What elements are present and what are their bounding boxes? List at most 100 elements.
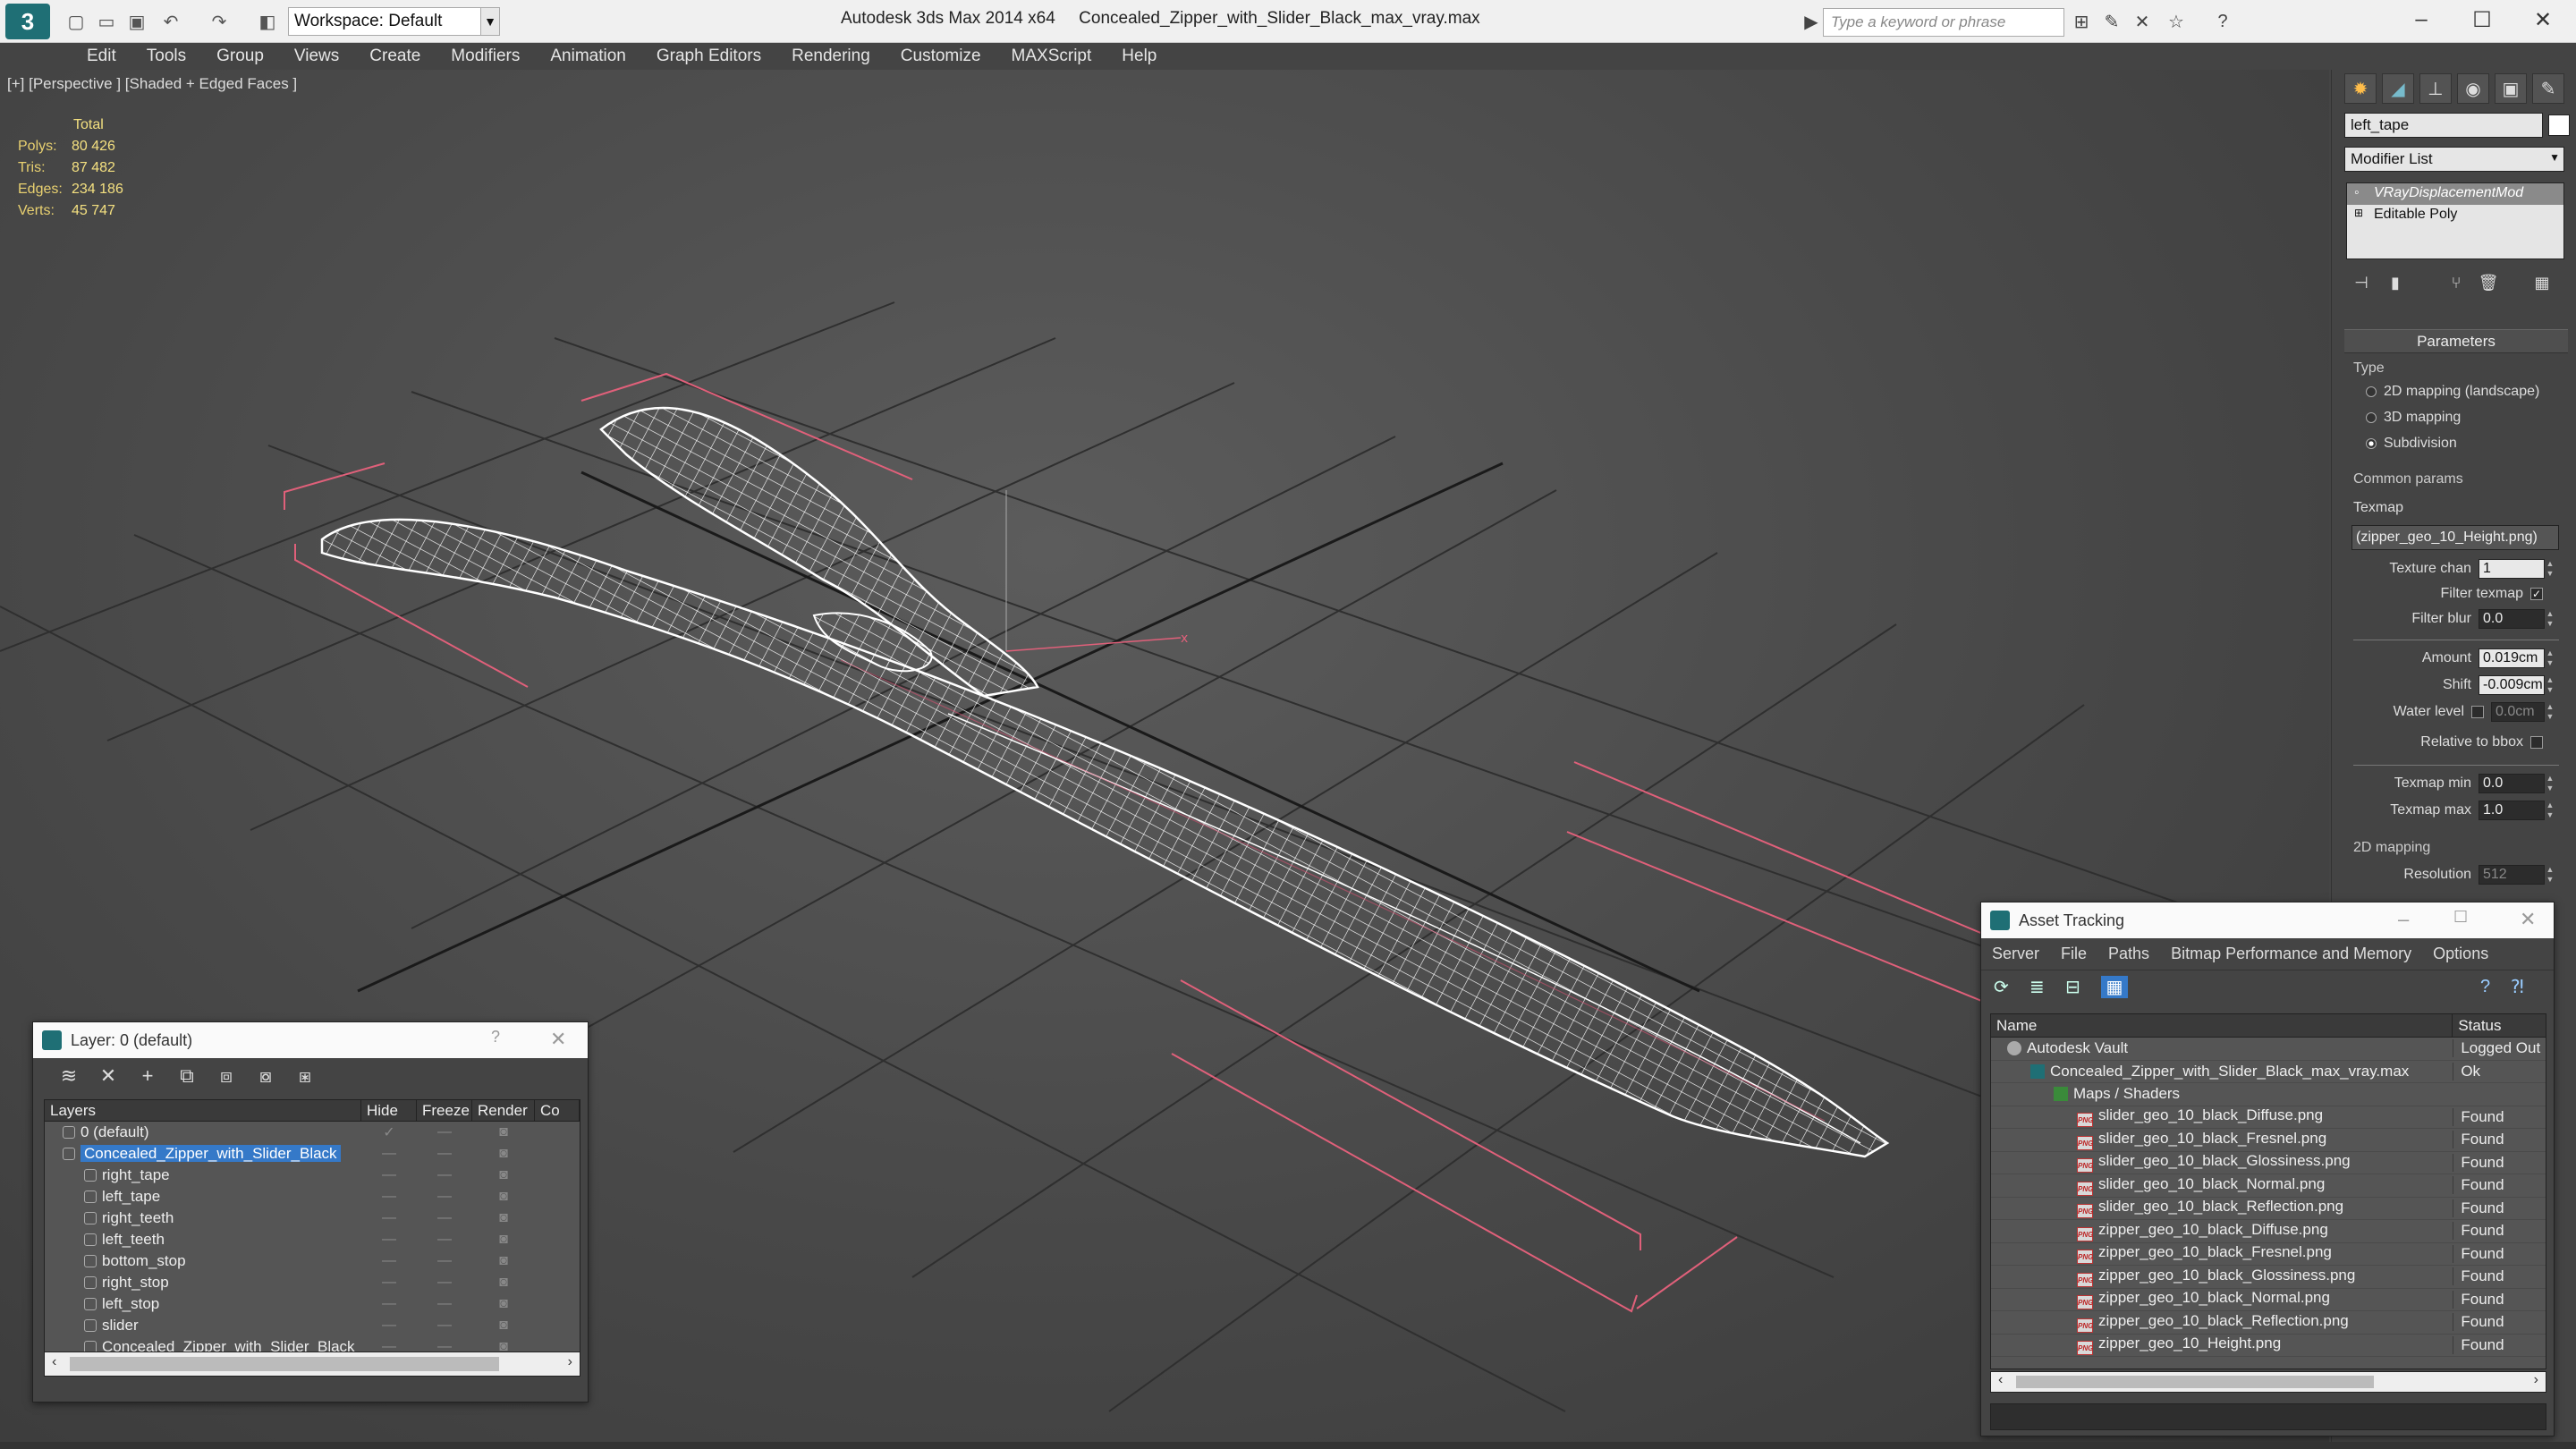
asset-row[interactable]: PNG zipper_geo_10_black_Reflection.png Fou… bbox=[1991, 1311, 2546, 1335]
spinner-icon[interactable]: ▲ ▼ bbox=[2545, 702, 2555, 722]
close-icon[interactable]: ✕ bbox=[2520, 908, 2536, 931]
render-toggle-icon[interactable]: ◙ bbox=[472, 1124, 535, 1140]
layer-row[interactable]: right_tape — — ◙ bbox=[45, 1165, 580, 1186]
hide-toggle[interactable]: — bbox=[361, 1296, 417, 1312]
column-name[interactable]: Name bbox=[1991, 1014, 2453, 1037]
scroll-right-icon[interactable]: › bbox=[568, 1354, 572, 1370]
layer-name-cell[interactable]: left_tape bbox=[45, 1188, 361, 1206]
texmap-button[interactable]: (zipper_geo_10_Height.png) bbox=[2351, 525, 2559, 550]
asset-row[interactable]: PNG zipper_geo_10_black_Diffuse.png Found bbox=[1991, 1220, 2546, 1243]
asset-menu-file[interactable]: File bbox=[2061, 945, 2087, 963]
asset-row[interactable]: PNG slider_geo_10_black_Normal.png Found bbox=[1991, 1174, 2546, 1198]
column-hide[interactable]: Hide bbox=[361, 1100, 417, 1121]
layer-name-cell[interactable]: right_stop bbox=[45, 1274, 361, 1292]
menu-customize[interactable]: Customize bbox=[886, 43, 996, 70]
maximize-icon[interactable]: ☐ bbox=[2451, 0, 2513, 39]
minimize-icon[interactable]: – bbox=[2398, 908, 2409, 931]
texture-chan-input[interactable]: 1 bbox=[2479, 559, 2545, 579]
render-toggle-icon[interactable]: ◙ bbox=[472, 1146, 535, 1162]
redo-icon[interactable]: ↷ bbox=[206, 9, 233, 34]
column-layers[interactable]: Layers bbox=[45, 1100, 361, 1121]
viewport-label[interactable]: [+] [Perspective ] [Shaded + Edged Faces… bbox=[7, 75, 297, 93]
lightbulb-icon[interactable]: ◦ bbox=[2354, 185, 2360, 201]
layer-row[interactable]: left_tape — — ◙ bbox=[45, 1186, 580, 1208]
layer-dialog-titlebar[interactable]: Layer: 0 (default) ? ✕ bbox=[33, 1022, 588, 1058]
layer-row[interactable]: right_teeth — — ◙ bbox=[45, 1208, 580, 1229]
asset-horizontal-scrollbar[interactable]: ‹ › bbox=[1990, 1371, 2546, 1393]
menu-maxscript[interactable]: MAXScript bbox=[996, 43, 1107, 70]
column-render[interactable]: Render bbox=[472, 1100, 535, 1121]
spinner-icon[interactable]: ▲ ▼ bbox=[2545, 648, 2555, 668]
modifier-list-dropdown[interactable]: Modifier List ▼ bbox=[2344, 147, 2564, 172]
resolution-input[interactable]: 512 bbox=[2479, 865, 2545, 885]
menu-rendering[interactable]: Rendering bbox=[776, 43, 886, 70]
spinner-icon[interactable]: ▲ ▼ bbox=[2545, 774, 2555, 793]
subscription-icon[interactable]: ✎ bbox=[2098, 9, 2125, 34]
parameters-rollout-header[interactable]: Parameters bbox=[2344, 330, 2568, 353]
asset-menu-bitmap-performance[interactable]: Bitmap Performance and Memory bbox=[2171, 945, 2411, 963]
relative-bbox-checkbox[interactable] bbox=[2530, 736, 2543, 749]
menu-create[interactable]: Create bbox=[354, 43, 436, 70]
asset-name-cell[interactable]: PNG slider_geo_10_black_Glossiness.png bbox=[1991, 1152, 2453, 1174]
favorites-star-icon[interactable]: ☆ bbox=[2163, 9, 2190, 34]
make-unique-icon[interactable]: ⑂ bbox=[2443, 271, 2470, 294]
texmap-min-input[interactable]: 0.0 bbox=[2479, 774, 2545, 793]
asset-name-cell[interactable]: Autodesk Vault bbox=[1991, 1039, 2453, 1057]
asset-name-cell[interactable]: PNG zipper_geo_10_Height.png bbox=[1991, 1335, 2453, 1356]
communication-icon[interactable]: ✕ bbox=[2129, 9, 2156, 34]
expand-plus-icon[interactable]: ⊞ bbox=[2354, 207, 2363, 219]
help-icon[interactable]: ? bbox=[2209, 9, 2236, 34]
column-color[interactable]: Co bbox=[535, 1100, 580, 1121]
menu-modifiers[interactable]: Modifiers bbox=[436, 43, 535, 70]
asset-row[interactable]: Maps / Shaders bbox=[1991, 1083, 2546, 1106]
texmap-max-input[interactable]: 1.0 bbox=[2479, 801, 2545, 820]
pin-stack-icon[interactable]: ⊣ bbox=[2348, 271, 2375, 294]
new-file-icon[interactable]: ▢ bbox=[63, 9, 89, 34]
modify-tab-icon[interactable]: ◢ bbox=[2382, 73, 2414, 104]
close-icon[interactable]: ✕ bbox=[2512, 0, 2574, 39]
maximize-icon[interactable]: ☐ bbox=[2453, 908, 2468, 927]
layer-name-cell[interactable]: slider bbox=[45, 1317, 361, 1335]
project-folder-icon[interactable]: ◧ bbox=[254, 9, 281, 34]
water-level-checkbox[interactable] bbox=[2471, 706, 2484, 718]
asset-row[interactable]: PNG slider_geo_10_black_Glossiness.png Fou… bbox=[1991, 1152, 2546, 1174]
undo-icon[interactable]: ↶ bbox=[157, 9, 184, 34]
asset-row[interactable]: PNG zipper_geo_10_black_Glossiness.png Fou… bbox=[1991, 1266, 2546, 1289]
filter-texmap-checkbox[interactable]: ✓ bbox=[2530, 588, 2543, 600]
layer-row[interactable]: 0 (default) ✓ — ◙ bbox=[45, 1122, 580, 1143]
layers-icon[interactable]: ≋ bbox=[49, 1064, 89, 1088]
asset-row[interactable]: Concealed_Zipper_with_Slider_Black_max_v… bbox=[1991, 1061, 2546, 1083]
highlight-layer-icon[interactable]: ⧈ bbox=[207, 1064, 246, 1088]
radio-3d-mapping[interactable]: 3D mapping bbox=[2366, 410, 2461, 426]
asset-name-cell[interactable]: PNG slider_geo_10_black_Normal.png bbox=[1991, 1175, 2453, 1196]
freeze-toggle[interactable]: — bbox=[417, 1296, 472, 1312]
stack-item-vraydisplacementmod[interactable]: ◦ VRayDisplacementMod bbox=[2347, 183, 2563, 205]
binoculars-icon[interactable]: ⊞ bbox=[2068, 9, 2095, 34]
hierarchy-tab-icon[interactable]: ⊥ bbox=[2419, 73, 2452, 104]
menu-views[interactable]: Views bbox=[279, 43, 354, 70]
freeze-toggle[interactable]: — bbox=[417, 1232, 472, 1248]
app-logo-icon[interactable]: 3 bbox=[5, 4, 50, 39]
object-color-swatch[interactable] bbox=[2548, 114, 2570, 136]
freeze-toggle[interactable]: — bbox=[417, 1167, 472, 1183]
spinner-icon[interactable]: ▲ ▼ bbox=[2545, 609, 2555, 629]
menu-group[interactable]: Group bbox=[201, 43, 279, 70]
layer-name-cell[interactable]: Concealed_Zipper_with_Slider_Black bbox=[45, 1145, 361, 1163]
layer-row[interactable]: bottom_stop — — ◙ bbox=[45, 1250, 580, 1272]
layer-name-cell[interactable]: right_teeth bbox=[45, 1209, 361, 1227]
grid-view-icon[interactable]: ▦ bbox=[2101, 975, 2128, 998]
hide-toggle[interactable]: — bbox=[361, 1167, 417, 1183]
asset-menu-paths[interactable]: Paths bbox=[2108, 945, 2149, 963]
render-toggle-icon[interactable]: ◙ bbox=[472, 1296, 535, 1312]
freeze-toggle[interactable]: — bbox=[417, 1146, 472, 1162]
asset-name-cell[interactable]: Concealed_Zipper_with_Slider_Black_max_v… bbox=[1991, 1063, 2453, 1080]
scroll-left-icon[interactable]: ‹ bbox=[1998, 1372, 2003, 1388]
freeze-all-icon[interactable]: ⧆ bbox=[285, 1064, 325, 1088]
spinner-icon[interactable]: ▲ ▼ bbox=[2545, 675, 2555, 695]
asset-menu-server[interactable]: Server bbox=[1992, 945, 2039, 963]
layer-row[interactable]: left_teeth — — ◙ bbox=[45, 1229, 580, 1250]
asset-name-cell[interactable]: PNG zipper_geo_10_black_Normal.png bbox=[1991, 1289, 2453, 1310]
freeze-toggle[interactable]: — bbox=[417, 1210, 472, 1226]
layer-name-cell[interactable]: right_tape bbox=[45, 1166, 361, 1184]
utilities-tab-icon[interactable]: ✎ bbox=[2532, 73, 2564, 104]
